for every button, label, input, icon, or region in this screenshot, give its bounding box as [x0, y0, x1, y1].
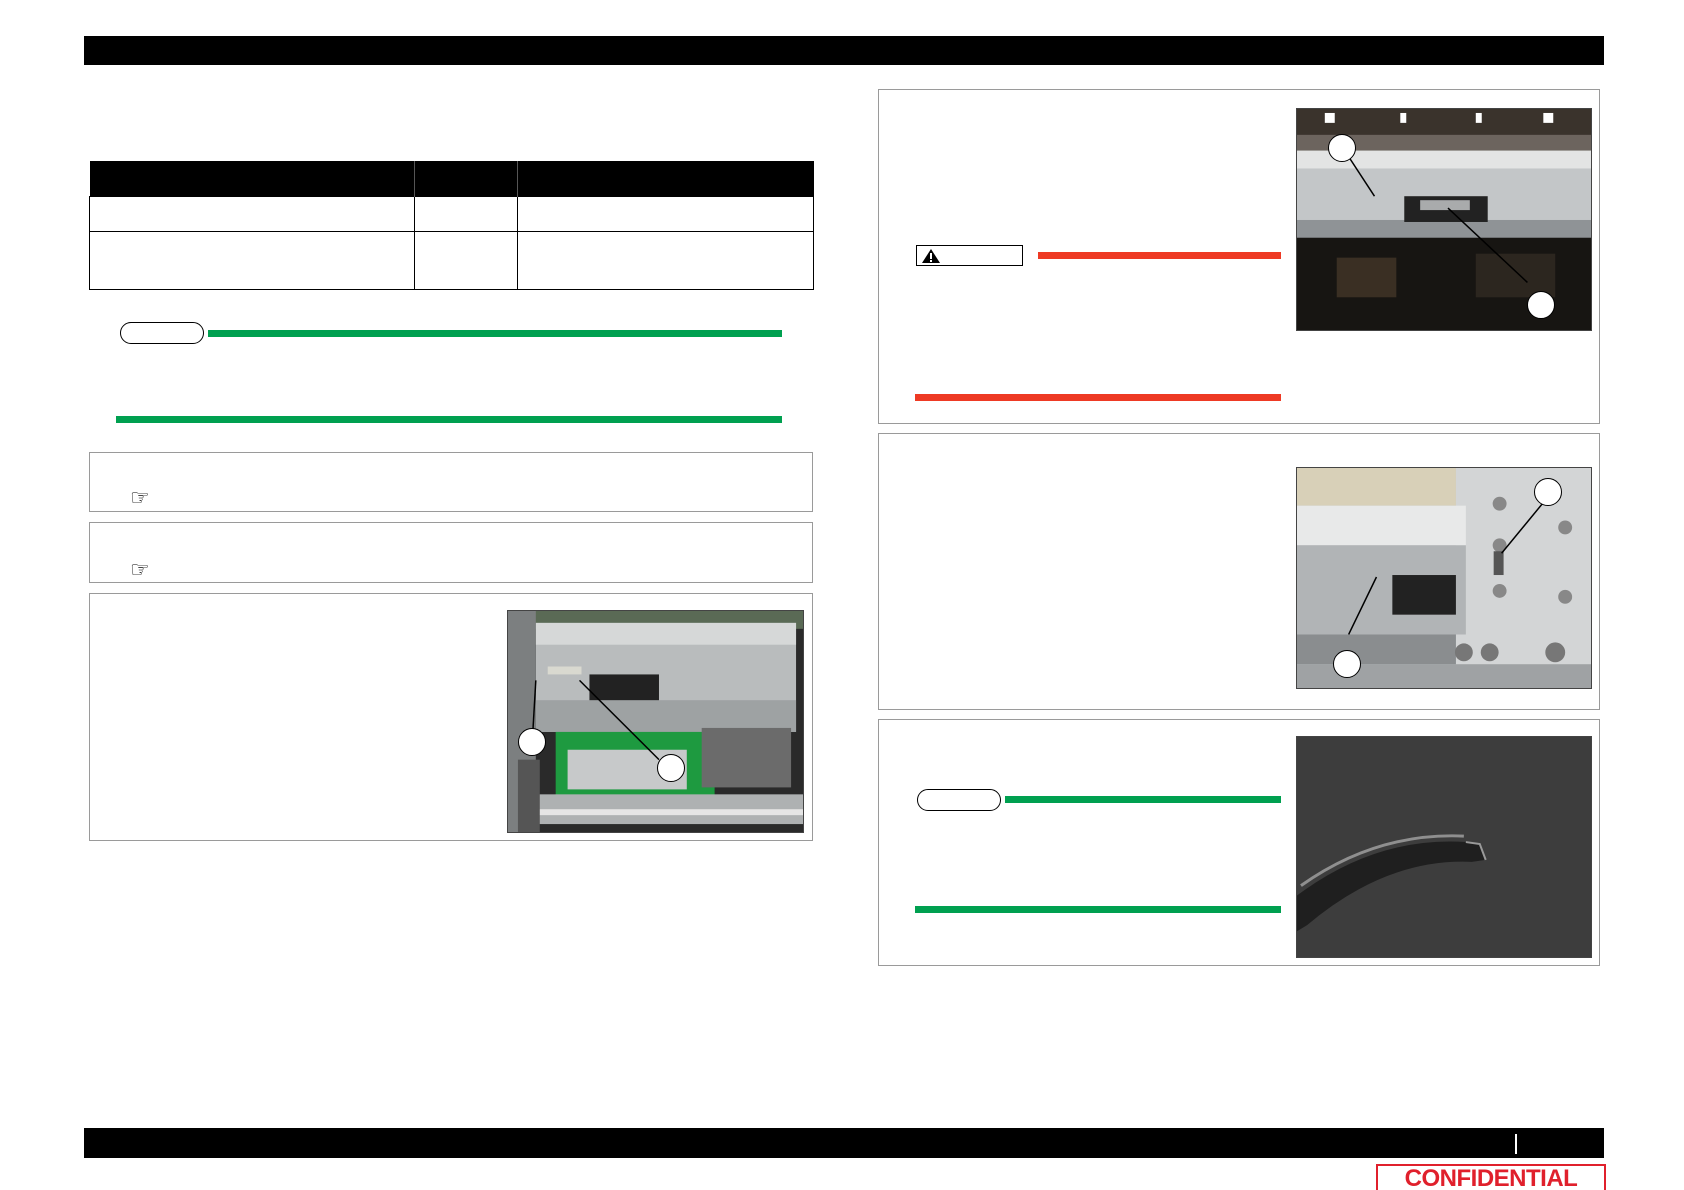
confidential-stamp: CONFIDENTIAL	[1376, 1164, 1606, 1190]
table-cell	[517, 230, 814, 290]
warning-tag	[916, 245, 1023, 266]
pointing-hand-icon[interactable]: ☞	[130, 559, 164, 581]
callout-marker	[657, 754, 685, 782]
table-cell	[89, 230, 415, 290]
table-header-cell	[414, 161, 518, 196]
warning-top-line	[1038, 252, 1281, 259]
table-header-cell	[89, 161, 415, 196]
reference-step-box: ☞	[89, 452, 813, 512]
callout-marker	[518, 728, 546, 756]
table-header-cell	[517, 161, 814, 196]
table-cell	[517, 195, 814, 232]
table-row	[89, 230, 814, 290]
header-bar	[84, 36, 1604, 65]
pointing-hand-icon[interactable]: ☞	[130, 487, 164, 509]
parts-table	[89, 161, 814, 290]
callout-marker	[1328, 134, 1356, 162]
callout-marker	[1534, 478, 1562, 506]
note-bottom-line	[915, 906, 1281, 913]
note-tag	[120, 322, 204, 344]
callout-marker	[1333, 650, 1361, 678]
note-top-line	[208, 330, 782, 337]
callout-marker	[1527, 291, 1555, 319]
note-bottom-line	[116, 416, 782, 423]
footer-bar	[84, 1128, 1604, 1158]
table-row	[89, 195, 814, 232]
removed-part-photo	[1296, 736, 1592, 958]
rail-spring-photo	[507, 610, 804, 833]
warning-bottom-line	[915, 394, 1281, 401]
table-cell	[414, 195, 518, 232]
table-header-row	[89, 161, 814, 196]
footer-divider	[1515, 1134, 1517, 1154]
reference-step-box: ☞	[89, 522, 813, 583]
warning-triangle-icon	[922, 249, 940, 263]
note-tag	[917, 789, 1001, 811]
table-cell	[89, 195, 415, 232]
note-top-line	[1005, 796, 1281, 803]
table-cell	[414, 230, 518, 290]
